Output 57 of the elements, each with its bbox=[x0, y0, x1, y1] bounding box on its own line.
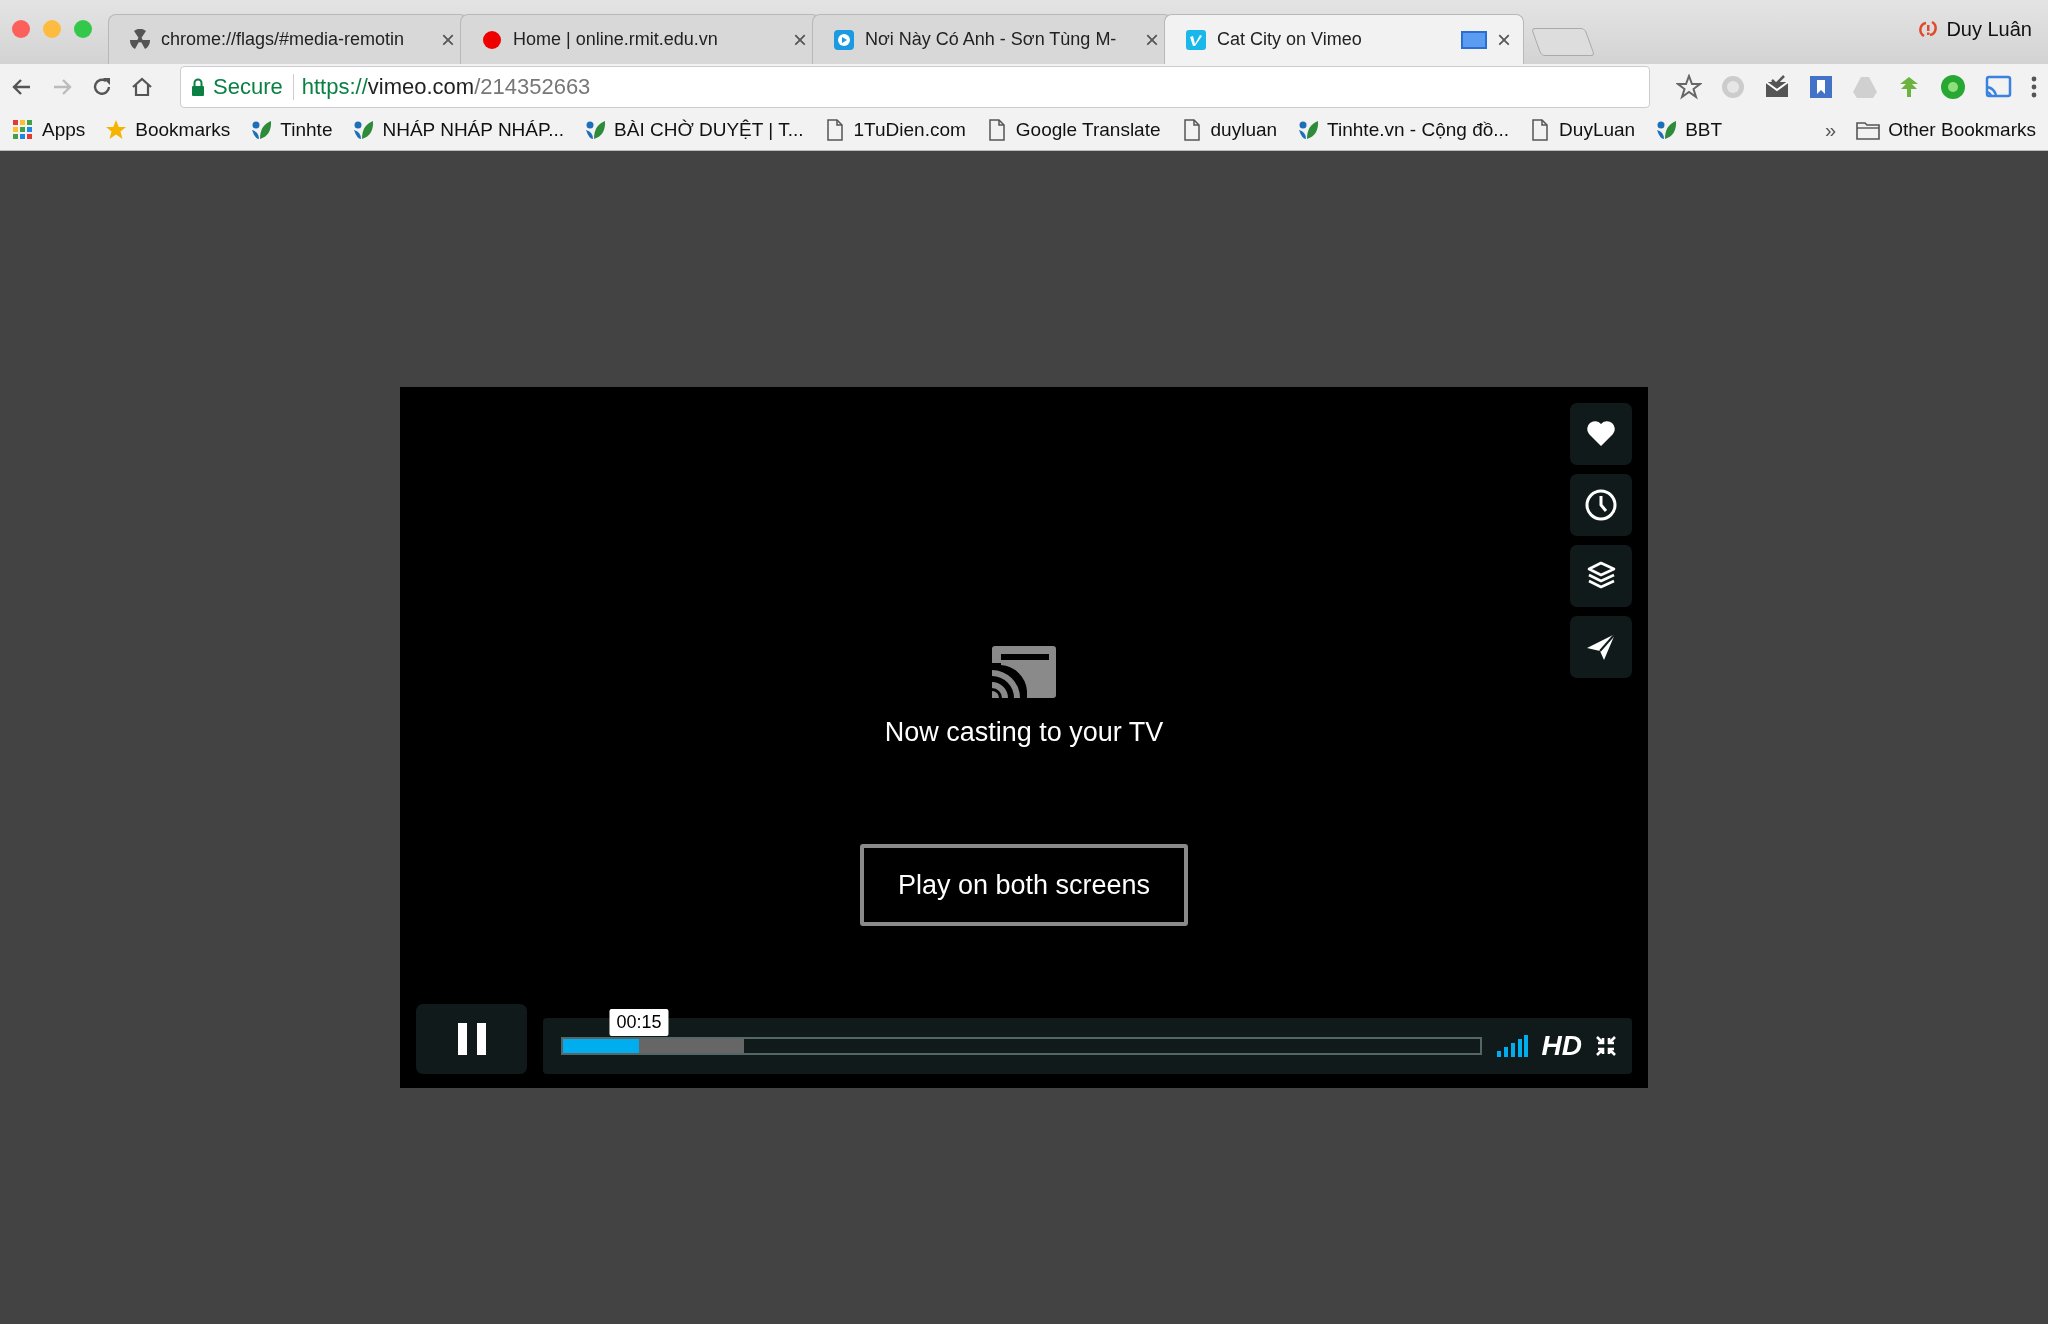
collections-button[interactable] bbox=[1570, 545, 1632, 607]
hd-button[interactable]: HD bbox=[1541, 1030, 1582, 1062]
like-button[interactable] bbox=[1570, 403, 1632, 465]
envelope-icon[interactable] bbox=[1764, 74, 1790, 100]
radiation-icon bbox=[129, 28, 151, 51]
tab-close-button[interactable]: × bbox=[441, 27, 455, 52]
bookmark-item[interactable]: Tinhte.vn - Cộng đồ... bbox=[1297, 119, 1510, 141]
menu-icon[interactable] bbox=[2030, 74, 2038, 100]
leaf-icon bbox=[250, 119, 273, 141]
play-app-icon bbox=[833, 28, 855, 51]
tab-close-button[interactable]: × bbox=[793, 27, 807, 52]
share-button[interactable] bbox=[1570, 616, 1632, 678]
star-icon[interactable] bbox=[1676, 74, 1702, 100]
pause-icon bbox=[455, 1021, 488, 1057]
bookmark-item[interactable]: Tinhte bbox=[250, 119, 333, 141]
volume-icon[interactable] bbox=[1495, 1035, 1528, 1057]
leaf-icon bbox=[1655, 119, 1678, 141]
bookmark-item[interactable]: 1TuDien.com bbox=[823, 119, 966, 141]
bookmark-folder[interactable]: Other Bookmarks bbox=[1856, 119, 2036, 141]
browser-tab[interactable]: Cat City on Vimeo × bbox=[1164, 14, 1524, 64]
casting-message: Now casting to your TV bbox=[884, 717, 1164, 748]
bookmark-item[interactable]: Google Translate bbox=[985, 119, 1161, 141]
exit-fullscreen-icon[interactable] bbox=[1596, 1036, 1616, 1056]
address-bar[interactable]: Secure https://vimeo.com/214352663 bbox=[180, 66, 1650, 108]
tab-close-button[interactable]: × bbox=[1145, 27, 1159, 52]
tab-close-button[interactable]: × bbox=[1497, 27, 1511, 52]
lock-icon bbox=[191, 78, 205, 96]
more-bookmarks-button[interactable]: » bbox=[1825, 118, 1837, 142]
leaf-icon bbox=[584, 119, 607, 141]
profile-name[interactable]: Duy Luân bbox=[1946, 17, 2032, 41]
play-on-both-screens-button[interactable]: Play on both screens bbox=[860, 844, 1188, 926]
bookmark-item[interactable]: BÀI CHỜ DUYỆT | T... bbox=[584, 119, 804, 141]
star-icon bbox=[105, 119, 128, 141]
security-label: Secure bbox=[213, 74, 294, 100]
bookmark-item[interactable]: Bookmarks bbox=[105, 119, 231, 141]
target-icon[interactable] bbox=[1940, 74, 1966, 100]
time-tooltip: 00:15 bbox=[609, 1009, 669, 1036]
circle-icon bbox=[481, 28, 503, 51]
leaf-icon bbox=[352, 119, 375, 141]
sync-error-icon bbox=[1918, 19, 1939, 39]
bookmark-item[interactable]: Apps bbox=[12, 119, 86, 141]
bookmark-item[interactable]: NHÁP NHÁP NHÁP... bbox=[352, 119, 565, 141]
watch-later-button[interactable] bbox=[1570, 474, 1632, 536]
app-icon bbox=[1185, 28, 1207, 51]
bookmark-item[interactable]: DuyLuan bbox=[1529, 119, 1636, 141]
apps-icon bbox=[12, 119, 34, 141]
pause-button[interactable] bbox=[416, 1004, 527, 1074]
url-text: https://vimeo.com/214352663 bbox=[301, 74, 591, 100]
clock-icon bbox=[1584, 488, 1618, 522]
bookmark-icon[interactable] bbox=[1808, 74, 1834, 100]
cast-icon bbox=[989, 643, 1059, 701]
bookmark-item[interactable]: BBT bbox=[1655, 119, 1723, 141]
cast-icon[interactable] bbox=[1984, 74, 2012, 100]
bookmark-item[interactable]: duyluan bbox=[1180, 119, 1278, 141]
folder-icon bbox=[1856, 120, 1881, 140]
leaf-icon bbox=[1297, 119, 1320, 141]
home-icon[interactable] bbox=[130, 75, 154, 99]
